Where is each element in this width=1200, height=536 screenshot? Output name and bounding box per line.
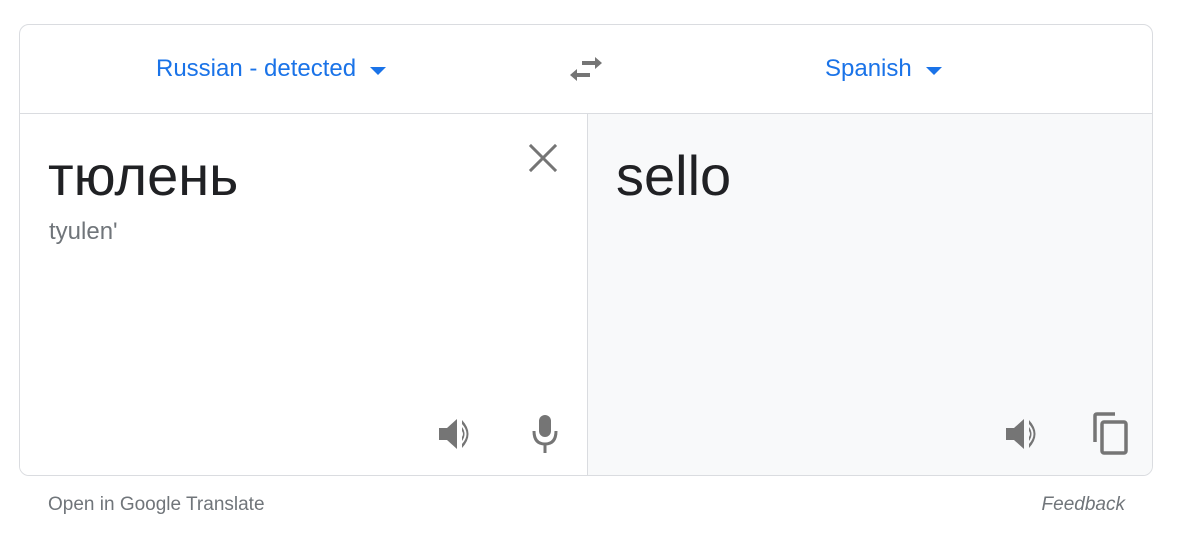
clear-button[interactable] (523, 138, 563, 178)
transliteration-text: tyulen' (49, 218, 118, 245)
target-language-label: Spanish (825, 55, 912, 82)
source-listen-button[interactable] (437, 414, 477, 454)
language-bar: Russian - detected Spanish (20, 25, 1152, 114)
copy-button[interactable] (1090, 412, 1130, 455)
open-in-google-translate-link[interactable]: Open in Google Translate (48, 494, 265, 516)
close-icon (528, 143, 558, 173)
target-language-select[interactable]: Spanish (825, 51, 942, 87)
feedback-link[interactable]: Feedback (1042, 494, 1125, 516)
translated-text: sello (616, 144, 732, 207)
target-listen-button[interactable] (1004, 414, 1044, 454)
source-language-label: Russian - detected (156, 55, 357, 82)
caret-down-icon (370, 67, 387, 75)
caret-down-icon (925, 67, 942, 75)
swap-horizontal-icon (570, 57, 602, 81)
microphone-button[interactable] (525, 414, 565, 454)
speaker-icon (439, 419, 469, 449)
source-text[interactable]: тюлень (48, 142, 238, 209)
copy-icon (1093, 412, 1128, 455)
translate-widget-page: Russian - detected Spanish тюлень tyulen… (0, 0, 1200, 536)
swap-languages-button[interactable] (566, 51, 606, 87)
microphone-icon (532, 415, 558, 453)
translate-card: Russian - detected Spanish тюлень tyulen… (19, 24, 1153, 476)
source-pane[interactable]: тюлень tyulen' (20, 114, 588, 475)
source-language-select[interactable]: Russian - detected (156, 51, 387, 87)
target-pane: sello (588, 114, 1152, 475)
speaker-icon (1006, 419, 1036, 449)
